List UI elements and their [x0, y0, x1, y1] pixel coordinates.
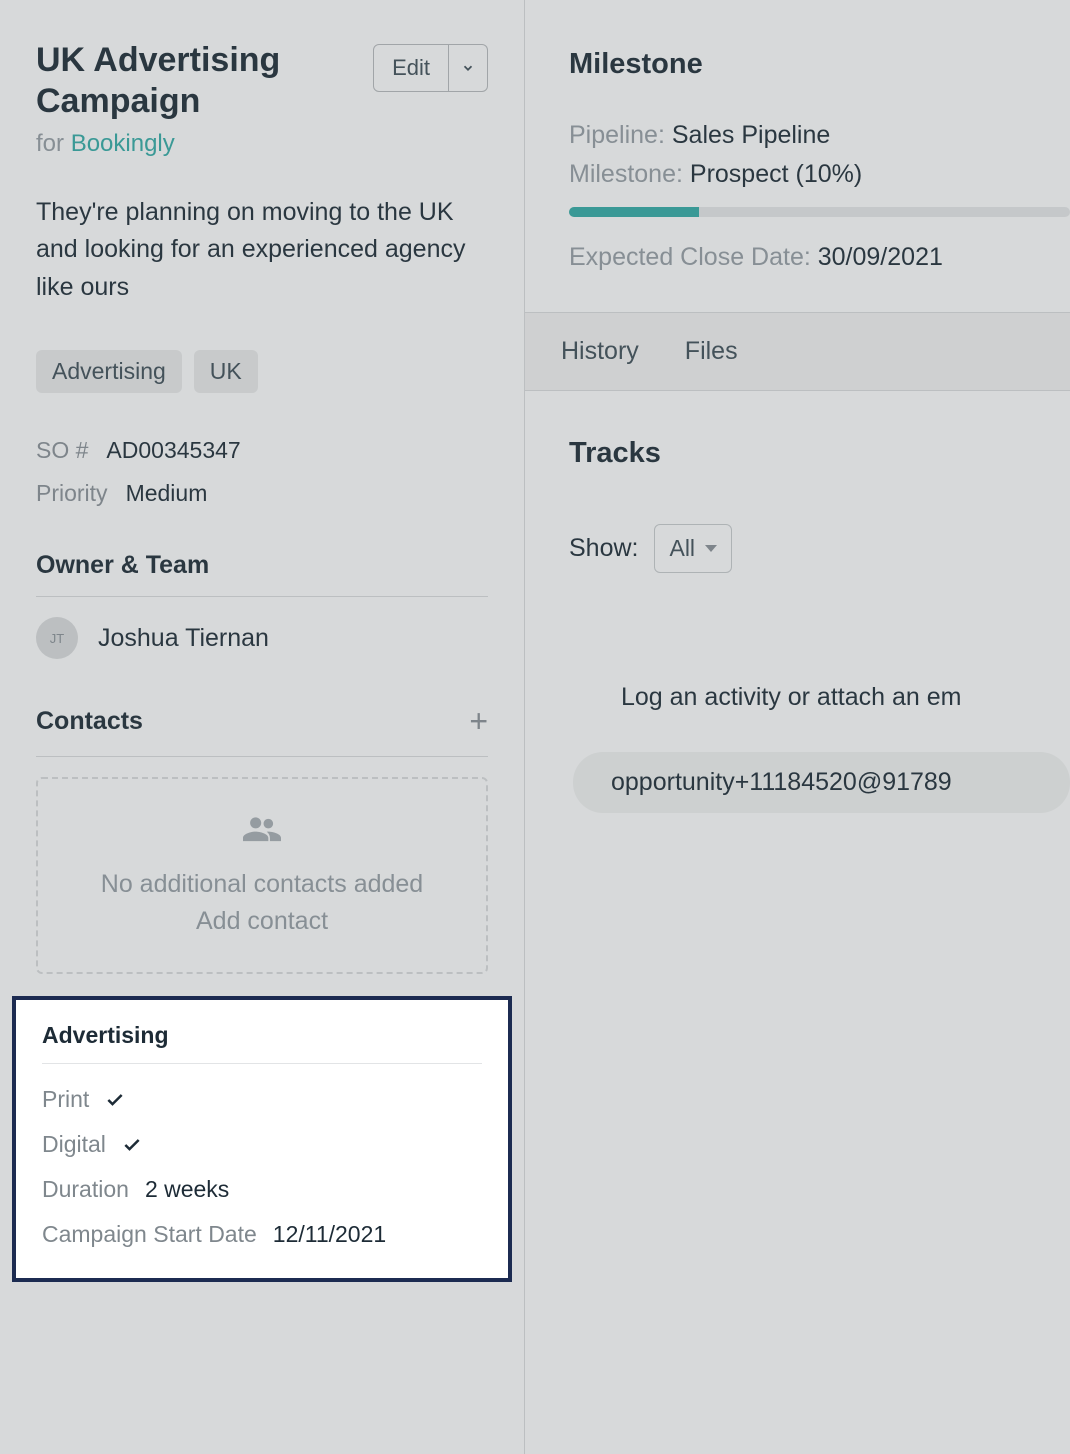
- show-label: Show:: [569, 534, 638, 563]
- progress-fill: [569, 207, 699, 217]
- so-label: SO #: [36, 437, 88, 464]
- checkmark-icon: [122, 1135, 142, 1155]
- campaign-start-label: Campaign Start Date: [42, 1221, 257, 1248]
- contacts-section-header: Contacts +: [36, 703, 488, 740]
- tracks-title: Tracks: [569, 437, 1070, 470]
- print-label: Print: [42, 1086, 89, 1113]
- owner-row[interactable]: JT Joshua Tiernan: [36, 617, 488, 659]
- show-select-value: All: [669, 535, 695, 562]
- page-title: UK Advertising Campaign: [36, 40, 336, 122]
- show-select[interactable]: All: [654, 524, 732, 573]
- people-icon: [58, 815, 466, 852]
- duration-label: Duration: [42, 1176, 129, 1203]
- contacts-section-title: Contacts: [36, 707, 143, 736]
- tab-history[interactable]: History: [561, 337, 639, 366]
- divider: [42, 1063, 482, 1064]
- divider: [36, 596, 488, 597]
- milestone-label: Milestone:: [569, 160, 683, 188]
- expected-close-label: Expected Close Date:: [569, 243, 811, 271]
- tag-list: Advertising UK: [36, 350, 488, 393]
- priority-label: Priority: [36, 480, 108, 507]
- campaign-start-value: 12/11/2021: [273, 1221, 386, 1248]
- digital-label: Digital: [42, 1131, 106, 1158]
- edit-dropdown-button[interactable]: [449, 44, 488, 92]
- description-text: They're planning on moving to the UK and…: [36, 194, 488, 307]
- edit-button[interactable]: Edit: [373, 44, 449, 92]
- avatar: JT: [36, 617, 78, 659]
- email-pill[interactable]: opportunity+11184520@91789: [573, 752, 1070, 813]
- contacts-empty-text: No additional contacts added: [58, 870, 466, 899]
- progress-bar: [569, 207, 1070, 217]
- checkmark-icon: [105, 1090, 125, 1110]
- owner-section-header: Owner & Team: [36, 551, 488, 580]
- for-prefix: for: [36, 130, 71, 157]
- milestone-section: Milestone Pipeline: Sales Pipeline Miles…: [525, 0, 1070, 312]
- pipeline-value: Sales Pipeline: [672, 121, 830, 149]
- contacts-empty-box: No additional contacts added Add contact: [36, 777, 488, 974]
- add-contact-link[interactable]: Add contact: [58, 907, 466, 936]
- tag-uk[interactable]: UK: [194, 350, 258, 393]
- caret-down-icon: [705, 545, 717, 552]
- advertising-box: Advertising Print Digital Duration 2 wee…: [12, 996, 512, 1282]
- tab-files[interactable]: Files: [685, 337, 738, 366]
- tag-advertising[interactable]: Advertising: [36, 350, 182, 393]
- for-line: for Bookingly: [36, 130, 488, 158]
- milestone-title: Milestone: [569, 48, 1070, 81]
- expected-close-value: 30/09/2021: [818, 243, 943, 271]
- tracks-section: Tracks Show: All Log an activity or atta…: [525, 391, 1070, 813]
- advertising-title: Advertising: [42, 1022, 482, 1049]
- owner-name: Joshua Tiernan: [98, 624, 269, 653]
- pipeline-label: Pipeline:: [569, 121, 665, 149]
- milestone-value: Prospect (10%): [690, 160, 862, 188]
- priority-value: Medium: [126, 480, 208, 507]
- company-link[interactable]: Bookingly: [71, 130, 175, 157]
- divider: [36, 756, 488, 757]
- log-activity-prompt[interactable]: Log an activity or attach an em: [569, 683, 1070, 712]
- duration-value: 2 weeks: [145, 1176, 229, 1203]
- so-value: AD00345347: [106, 437, 240, 464]
- chevron-down-icon: [461, 61, 475, 75]
- tabs-bar: History Files: [525, 312, 1070, 391]
- owner-section-title: Owner & Team: [36, 551, 209, 580]
- plus-icon[interactable]: +: [469, 703, 488, 740]
